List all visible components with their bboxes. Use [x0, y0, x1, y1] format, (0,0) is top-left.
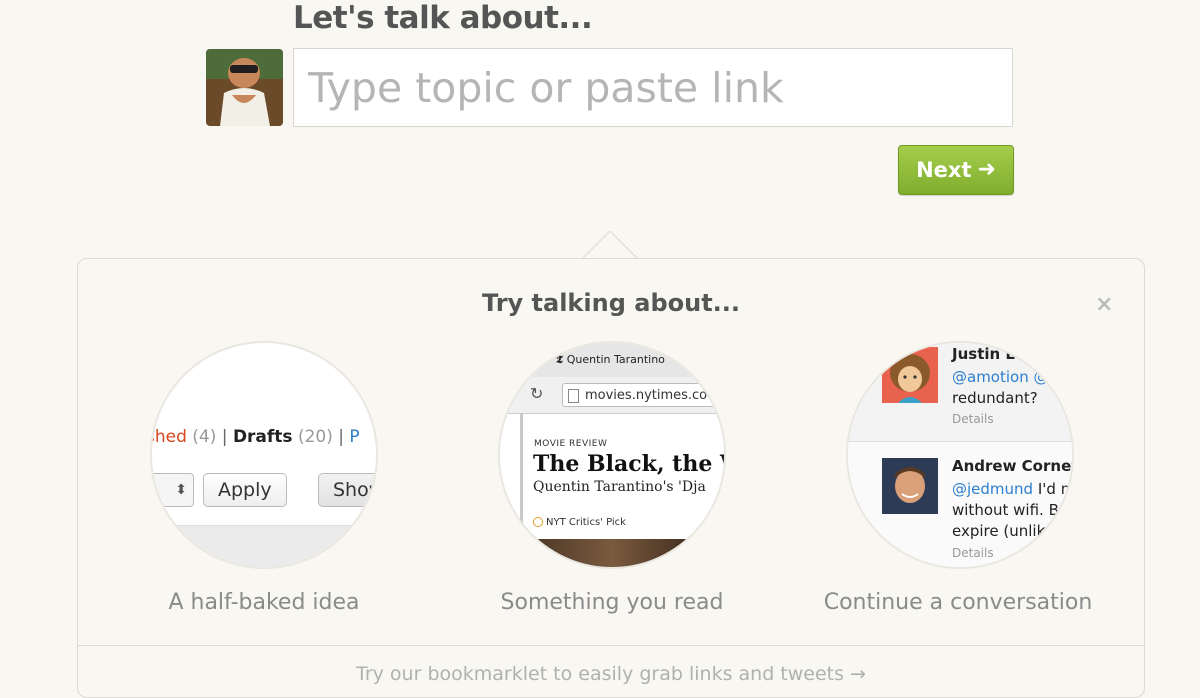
- tweet-text: I'd m: [1037, 480, 1074, 498]
- something-you-read-preview[interactable]: 𝕿 Quentin Tarantino ↻ movies.nytimes.co M…: [498, 341, 726, 569]
- drafts-tab: Drafts: [232, 427, 293, 447]
- suggestions-title: Try talking about...: [481, 289, 741, 317]
- critics-pick-icon: [533, 517, 543, 527]
- article-subhead: Quentin Tarantino's 'Dja: [533, 479, 706, 495]
- show-button: Show: [318, 473, 376, 507]
- bookmarklet-link[interactable]: Try our bookmarklet to easily grab links…: [78, 663, 1144, 685]
- tweet-avatar: [882, 458, 938, 514]
- published-count: (4): [192, 427, 217, 447]
- compose-heading: Let's talk about...: [293, 0, 593, 36]
- published-tab: shed: [150, 427, 187, 447]
- tweet-handle: @jedmund: [952, 480, 1034, 498]
- article-section: MOVIE REVIEW: [534, 439, 608, 449]
- page-edge: [520, 413, 523, 539]
- tweet-text: redundant?: [952, 389, 1038, 407]
- half-baked-idea-caption[interactable]: A half-baked idea: [134, 590, 394, 615]
- close-icon[interactable]: ×: [1095, 294, 1113, 316]
- tweet-text: without wifi. Bo: [952, 501, 1069, 519]
- url-field: movies.nytimes.co: [562, 383, 724, 407]
- avatar-photo: [206, 49, 283, 126]
- user-avatar[interactable]: [206, 49, 283, 126]
- continue-conversation-caption[interactable]: Continue a conversation: [810, 590, 1106, 615]
- page-icon: [568, 389, 579, 403]
- tweet-author: Justin L: [952, 345, 1015, 363]
- toolbar-strip: [152, 525, 376, 567]
- tweet-details-link: Details: [952, 412, 994, 426]
- tweet-text: expire (unlike: [952, 522, 1054, 540]
- apply-button: Apply: [203, 473, 287, 507]
- next-tab: P: [349, 427, 360, 447]
- critics-pick-badge: NYT Critics' Pick: [546, 517, 626, 528]
- chevron-updown-icon: ⬍: [152, 473, 194, 507]
- reload-icon: ↻: [530, 384, 544, 403]
- tweet-avatar: [882, 347, 938, 403]
- next-button-label: Next: [916, 158, 972, 182]
- conversation-preview[interactable]: Justin L @amotion @ redundant? Details A…: [846, 341, 1074, 569]
- tweet-author: Andrew Cornett: [952, 457, 1074, 475]
- half-baked-idea-preview[interactable]: shed (4) | Drafts (20) | P ⬍ Apply Show: [150, 341, 378, 569]
- nyt-logo-icon: 𝕿: [556, 353, 563, 366]
- panel-divider: [78, 645, 1144, 646]
- post-filter-tabs: shed (4) | Drafts (20) | P: [150, 427, 360, 447]
- arrow-right-icon: ➜: [977, 157, 996, 182]
- tweet-details-link: Details: [952, 546, 994, 560]
- something-you-read-caption[interactable]: Something you read: [472, 590, 752, 615]
- topic-input[interactable]: [293, 48, 1013, 127]
- tweet-first-line: @jedmund I'd m: [952, 479, 1074, 500]
- article-headline: The Black, the W: [533, 451, 726, 477]
- tweet-handle: @amotion @: [952, 368, 1049, 386]
- tab-title-text: Quentin Tarantino: [566, 353, 665, 366]
- browser-tab-title: 𝕿 Quentin Tarantino: [556, 353, 665, 367]
- drafts-count: (20): [297, 427, 333, 447]
- next-button[interactable]: Next ➜: [898, 145, 1014, 195]
- suggestions-panel: Try talking about... × shed (4) | Drafts…: [77, 258, 1145, 698]
- article-photo: [500, 539, 724, 567]
